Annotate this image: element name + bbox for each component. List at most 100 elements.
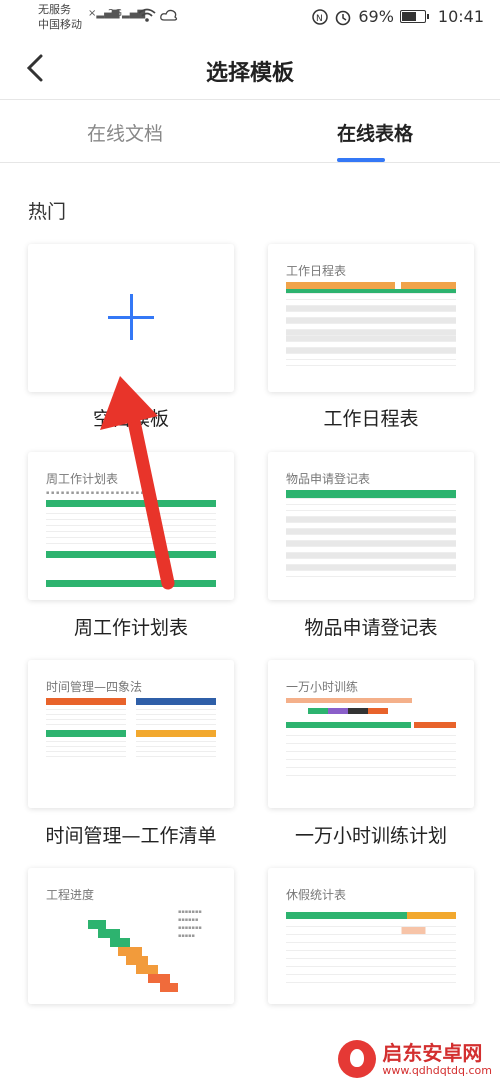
quad-head <box>46 698 126 705</box>
thumb-title: 物品申请登记表 <box>286 472 371 486</box>
clock: 10:41 <box>437 7 484 26</box>
thumb-progress <box>286 698 412 703</box>
template-card-project-progress[interactable]: 工程进度 ▪▪▪▪▪▪▪ ▪▪▪▪▪▪ ▪▪▪▪▪▪▪ ▪▪▪▪▪ <box>28 868 234 1004</box>
thumb-table <box>46 508 216 544</box>
thumb-header <box>286 722 456 728</box>
tab-online-sheets[interactable]: 在线表格 <box>275 119 475 146</box>
template-card-blank[interactable] <box>28 244 234 392</box>
thumb-quadrant <box>136 698 216 725</box>
quad-row <box>46 720 126 725</box>
watermark-text: 启东安卓网 www.qdhdqtdq.com <box>382 1042 492 1077</box>
weather-icon <box>160 9 178 21</box>
battery-icon <box>399 10 429 23</box>
thumb-header <box>286 282 456 289</box>
template-card-training-plan[interactable]: 一万小时训练 <box>268 660 474 808</box>
thumb-meta: ▪ ▪ ▪ ▪ ▪ ▪ ▪ ▪ ▪ ▪ ▪ ▪ ▪ ▪ ▪ ▪ ▪ ▪ ▪ ▪ … <box>46 490 149 496</box>
legend-swatch <box>368 708 388 714</box>
thumb-bar <box>46 580 216 587</box>
watermark: 启东安卓网 www.qdhdqtdq.com <box>338 1040 492 1078</box>
quad-row <box>136 720 216 725</box>
thumb-table <box>286 282 456 366</box>
quad-head <box>136 730 216 737</box>
thumb-row <box>286 927 456 935</box>
thumb-head-b <box>401 282 456 289</box>
thumb-bar <box>46 500 216 507</box>
template-card-schedule[interactable]: 工作日程表 <box>268 244 474 392</box>
template-label-schedule: 工作日程表 <box>323 408 419 430</box>
template-card-weekly-plan[interactable]: 周工作计划表 ▪ ▪ ▪ ▪ ▪ ▪ ▪ ▪ ▪ ▪ ▪ ▪ ▪ ▪ ▪ ▪ ▪… <box>28 452 234 600</box>
legend-swatch <box>308 708 328 714</box>
thumb-row <box>286 959 456 967</box>
template-label-training-plan: 一万小时训练计划 <box>294 825 447 847</box>
thumb-title: 时间管理—四象法 <box>46 680 143 694</box>
thumb-head-a <box>286 282 396 289</box>
alarm-icon <box>336 10 351 25</box>
thumb-row <box>286 951 456 959</box>
battery-fill <box>401 12 416 21</box>
quad-head <box>136 698 216 705</box>
thumb-table <box>286 490 456 577</box>
gantt-bar <box>118 947 142 956</box>
thumb-title: 休假统计表 <box>286 888 347 902</box>
template-label-weekly-plan: 周工作计划表 <box>73 617 188 639</box>
gantt-bar <box>98 929 120 938</box>
thumb-quadrant <box>136 730 216 757</box>
thumb-row <box>286 967 456 975</box>
thumb-row <box>286 736 456 744</box>
watermark-logo-icon <box>338 1040 377 1078</box>
thumb-head-a <box>286 722 412 728</box>
thumb-row <box>286 919 456 927</box>
carrier-info: 无服务 中国移动 <box>38 2 82 32</box>
top-navbar: 选择模板 <box>0 40 500 100</box>
nfc-icon: N <box>312 8 329 25</box>
thumb-header <box>286 912 456 919</box>
thumb-table <box>286 912 456 983</box>
status-right: N 69% 10:41 <box>312 7 484 26</box>
active-tab-indicator <box>337 158 385 162</box>
plus-icon <box>108 294 154 340</box>
thumb-row <box>286 744 456 752</box>
section-title-hot: 热门 <box>28 201 67 223</box>
quad-row <box>46 752 126 757</box>
thumb-row <box>286 943 456 951</box>
template-card-item-request[interactable]: 物品申请登记表 <box>268 452 474 600</box>
template-card-time-management[interactable]: 时间管理—四象法 <box>28 660 234 808</box>
quad-head <box>46 730 126 737</box>
battery-percent: 69% <box>358 7 394 26</box>
thumb-head-b <box>407 912 456 919</box>
legend-swatch <box>328 708 348 714</box>
watermark-line-1: 启东安卓网 <box>382 1040 483 1065</box>
carrier-line-2: 中国移动 <box>38 18 82 31</box>
thumb-row <box>286 975 456 983</box>
quad-row <box>136 752 216 757</box>
tab-online-docs[interactable]: 在线文档 <box>25 119 225 146</box>
gantt-bar <box>126 956 148 965</box>
thumb-quadrant <box>46 730 126 757</box>
thumb-quadrant <box>46 698 126 725</box>
thumb-title: 工作日程表 <box>286 264 347 278</box>
gantt-bar <box>136 965 158 974</box>
legend-swatch <box>348 708 368 714</box>
gantt-bar <box>160 983 178 992</box>
thumb-row <box>286 760 456 768</box>
thumb-row <box>286 490 456 499</box>
thumb-title: 周工作计划表 <box>46 472 119 486</box>
template-card-leave-stats[interactable]: 休假统计表 <box>268 868 474 1004</box>
svg-text:N: N <box>316 14 323 24</box>
network-type: 2G <box>108 8 123 19</box>
template-label-item-request: 物品申请登记表 <box>304 617 438 639</box>
thumb-title: 工程进度 <box>46 888 95 902</box>
status-bar: 无服务 中国移动 ×▂▄▆ 2G ▂▄▆ N 69% 10:41 <box>0 0 500 40</box>
thumb-row <box>286 768 456 776</box>
thumb-head-b <box>414 722 456 728</box>
tab-bar: 在线文档 在线表格 <box>0 101 500 163</box>
thumb-notes: ▪▪▪▪▪▪▪ ▪▪▪▪▪▪ ▪▪▪▪▪▪▪ ▪▪▪▪▪ <box>178 909 202 939</box>
page-title: 选择模板 <box>205 61 294 86</box>
thumb-head-a <box>286 912 408 919</box>
thumb-legend <box>308 708 388 714</box>
thumb-table <box>286 722 456 776</box>
thumb-row <box>286 360 456 366</box>
watermark-line-2: www.qdhdqtdq.com <box>382 1063 492 1077</box>
thumb-row <box>286 728 456 736</box>
template-label-blank: 空白模板 <box>92 408 169 430</box>
